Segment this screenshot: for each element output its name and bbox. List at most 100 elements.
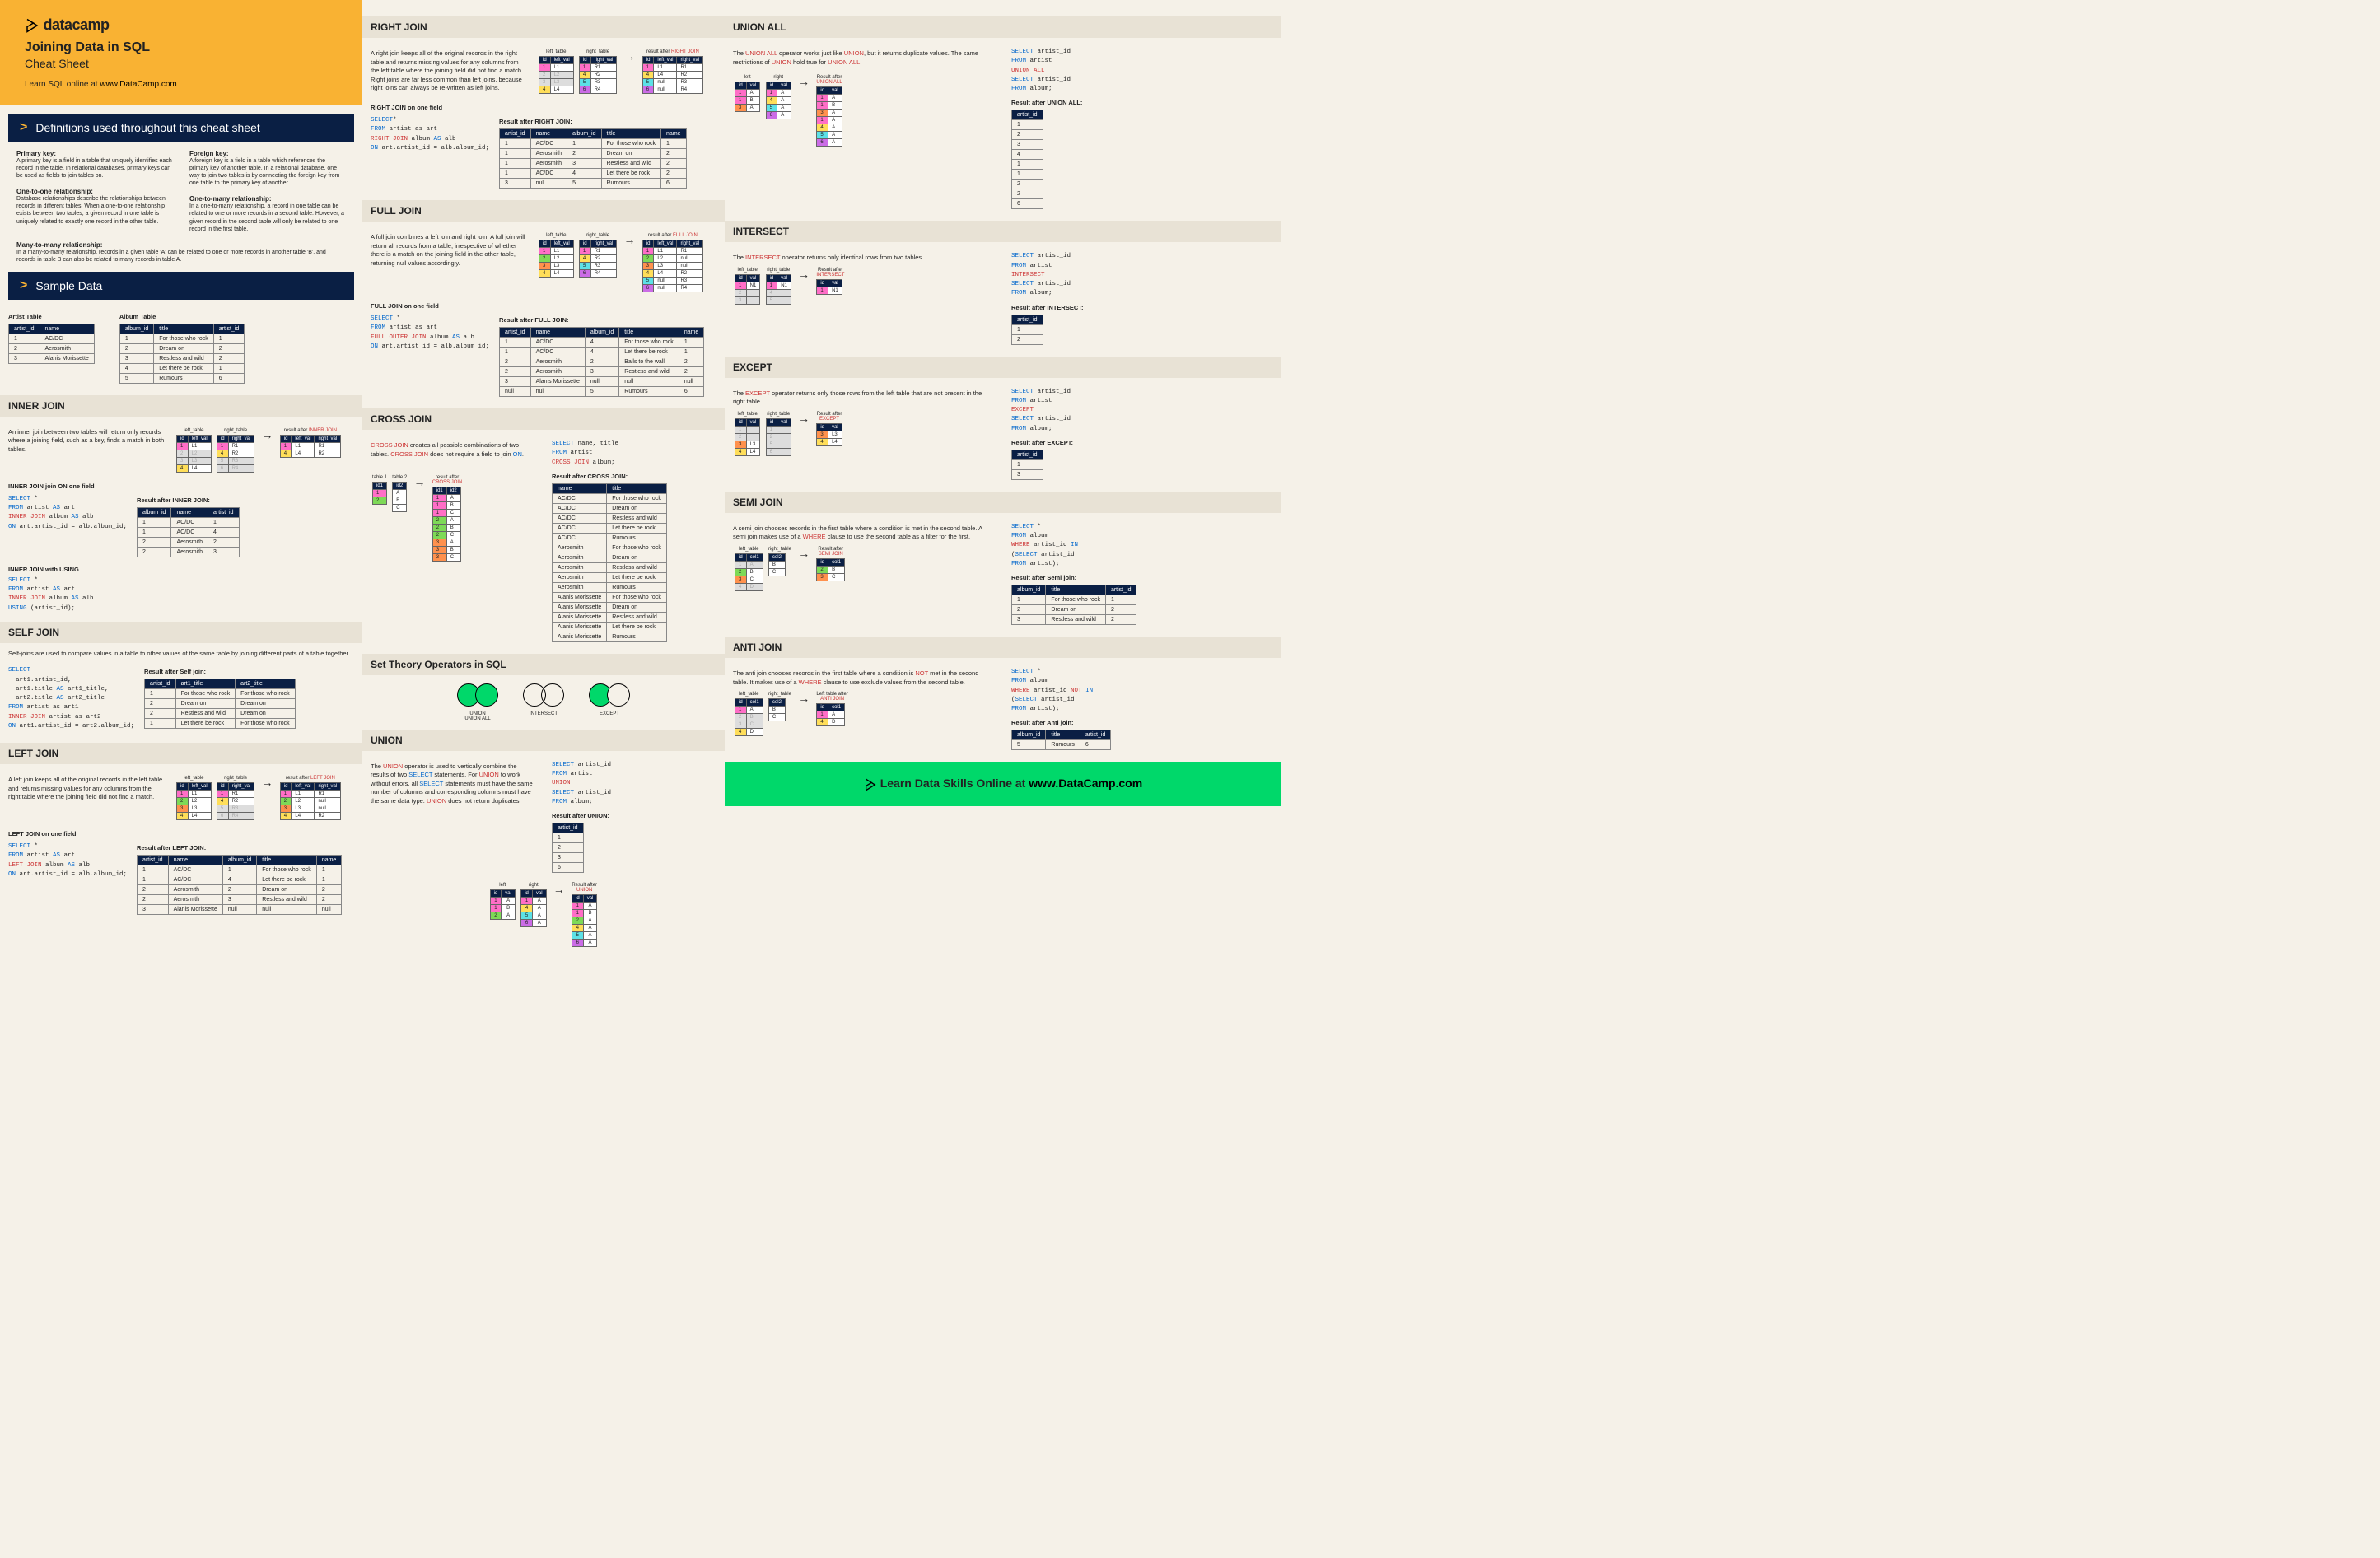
def-many-to-many: Many-to-many relationship: In a many-to-…: [8, 241, 354, 264]
anti-join-header: ANTI JOIN: [725, 637, 1281, 658]
venn-intersect: INTERSECT: [523, 683, 564, 721]
page: datacamp Joining Data in SQL Cheat Sheet…: [0, 0, 1281, 960]
semi-join-diagram: left_table idcol1 1A2B3C4D right_table c…: [733, 547, 995, 591]
except-result: artist_id 13: [1011, 450, 1043, 480]
except-code: SELECT artist_id FROM artist EXCEPT SELE…: [1011, 388, 1273, 434]
except-desc: The EXCEPT operator returns only those r…: [733, 390, 995, 407]
artist-table: artist_idname 1AC/DC 2Aerosmith 3Alanis …: [8, 324, 95, 364]
anti-join-code: SELECT * FROM album WHERE artist_id NOT …: [1011, 668, 1273, 714]
anti-join-desc: The anti join chooses records in the fir…: [733, 669, 995, 687]
intersect-diagram: left_table idval 1N123 right_table idval…: [733, 268, 995, 305]
arrow-icon: →: [414, 475, 426, 488]
venn-diagrams: UNION UNION ALL INTERSECT EXCEPT: [371, 683, 716, 721]
doc-subtitle: Cheat Sheet: [25, 57, 338, 70]
full-join-header: FULL JOIN: [362, 200, 725, 222]
def-primary-key: Primary key: A primary key is a field in…: [16, 150, 173, 180]
inner-join-code2: SELECT * FROM artist AS art INNER JOIN a…: [8, 576, 354, 613]
brand-logo: datacamp: [25, 16, 338, 34]
inner-join-code1: SELECT * FROM artist AS art INNER JOIN a…: [8, 495, 127, 532]
anti-join-result: album_idtitleartist_id 5Rumours6: [1011, 730, 1111, 750]
self-join-desc: Self-joins are used to compare values in…: [8, 650, 354, 659]
union-diagram: left idval 1A1B2A right idval 1A4A5A6A →…: [371, 883, 716, 947]
inner-join-desc: An inner join between two tables will re…: [8, 428, 165, 455]
arrow-icon: →: [798, 268, 810, 281]
arrow-icon: →: [798, 412, 810, 425]
sample-tables: Artist Table artist_idname 1AC/DC 2Aeros…: [8, 308, 354, 387]
intersect-code: SELECT artist_id FROM artist INTERSECT S…: [1011, 252, 1273, 298]
semi-join-header: SEMI JOIN: [725, 492, 1281, 513]
chevron-icon: >: [20, 120, 27, 135]
union-all-header: UNION ALL: [725, 16, 1281, 38]
def-one-to-many: One-to-many relationship: In a one-to-ma…: [189, 195, 346, 232]
arrow-icon: →: [798, 547, 810, 560]
full-join-desc: A full join combines a left join and rig…: [371, 233, 527, 268]
left-join-diagram: left_table idleft_val 1L12L23L34L4 right…: [175, 776, 343, 820]
chevron-icon: >: [20, 278, 27, 293]
right-join-desc: A right join keeps all of the original r…: [371, 49, 527, 93]
full-join-code: SELECT * FROM artist as art FULL OUTER J…: [371, 315, 489, 352]
union-desc: The UNION operator is used to vertically…: [371, 763, 535, 871]
venn-except: EXCEPT: [589, 683, 630, 721]
full-join-diagram: left_table idleft_val 1L12L23L34L4 right…: [537, 233, 705, 292]
header-banner: datacamp Joining Data in SQL Cheat Sheet…: [0, 0, 362, 105]
union-all-code: SELECT artist_id FROM artist UNION ALL S…: [1011, 48, 1273, 94]
doc-title: Joining Data in SQL: [25, 40, 338, 55]
cross-join-diagram: table 1 id112 table 2 id2ABC → result af…: [371, 475, 535, 562]
def-foreign-key: Foreign key: A foreign key is a field in…: [189, 150, 346, 187]
definitions-header: > Definitions used throughout this cheat…: [8, 114, 354, 142]
self-join-header: SELF JOIN: [0, 622, 362, 643]
album-table-title: Album Table: [119, 313, 245, 320]
def-one-to-one: One-to-one relationship: Database relati…: [16, 188, 173, 225]
cross-join-header: CROSS JOIN: [362, 408, 725, 430]
arrow-icon: →: [262, 776, 273, 789]
intersect-result: artist_id 12: [1011, 315, 1043, 345]
semi-join-result: album_idtitleartist_id 1For those who ro…: [1011, 585, 1136, 625]
cross-join-desc: CROSS JOIN creates all possible combinat…: [371, 441, 535, 459]
union-code: SELECT artist_id FROM artist UNION SELEC…: [552, 761, 716, 807]
inner-join-result: album_idnameartist_id 1AC/DC1 1AC/DC4 2A…: [137, 507, 239, 557]
datacamp-logo-icon: [864, 778, 877, 791]
inner-join-diagram: left_table idleft_val 1L12L23L34L4 right…: [175, 428, 343, 473]
set-theory-header: Set Theory Operators in SQL: [362, 654, 725, 675]
arrow-icon: →: [624, 49, 636, 63]
column-1: datacamp Joining Data in SQL Cheat Sheet…: [0, 0, 362, 960]
union-all-desc: The UNION ALL operator works just like U…: [733, 49, 995, 67]
cross-join-result: nametitleAC/DCFor those who rockAC/DCDre…: [552, 483, 667, 642]
union-all-result: artist_id123411226: [1011, 110, 1043, 209]
intersect-header: INTERSECT: [725, 221, 1281, 242]
inner-join-label2: INNER JOIN with USING: [8, 566, 354, 573]
footer-url[interactable]: www.DataCamp.com: [1029, 777, 1142, 790]
definitions-grid: Primary key: A primary key is a field in…: [8, 150, 354, 241]
column-3: UNION ALL The UNION ALL operator works j…: [725, 0, 1281, 960]
brand-text: datacamp: [44, 16, 110, 33]
artist-table-title: Artist Table: [8, 313, 95, 320]
semi-join-code: SELECT * FROM album WHERE artist_id IN (…: [1011, 523, 1273, 569]
self-join-result: artist_idart1_titleart2_title 1For those…: [144, 679, 296, 729]
left-join-code: SELECT * FROM artist AS art LEFT JOIN al…: [8, 842, 127, 879]
self-join-code: SELECT art1.artist_id, art1.title AS art…: [8, 666, 134, 731]
cross-join-code: SELECT name, title FROM artist CROSS JOI…: [552, 440, 716, 468]
arrow-icon: →: [624, 233, 636, 246]
intersect-desc: The INTERSECT operator returns only iden…: [733, 254, 995, 263]
union-all-diagram: left idval 1A1B3A right idval 1A4A5A6A →…: [733, 75, 995, 147]
learn-url[interactable]: www.DataCamp.com: [100, 80, 176, 89]
right-join-diagram: left_table idleft_val 1L12L23L34L4 right…: [537, 49, 705, 94]
sample-data-header: > Sample Data: [8, 272, 354, 300]
left-join-desc: A left join keeps all of the original re…: [8, 776, 165, 802]
right-join-header: RIGHT JOIN: [362, 16, 725, 38]
arrow-icon: →: [262, 428, 273, 441]
right-join-result: artist_idnamealbum_idtitlename 1AC/DC1Fo…: [499, 128, 687, 189]
datacamp-logo-icon: [25, 18, 40, 33]
arrow-icon: →: [553, 883, 565, 896]
inner-join-label1: INNER JOIN join ON one field: [8, 483, 354, 490]
column-2: RIGHT JOIN A right join keeps all of the…: [362, 0, 725, 960]
union-result: artist_id 12 36: [552, 823, 584, 873]
semi-join-desc: A semi join chooses records in the first…: [733, 525, 995, 542]
album-table: album_idtitleartist_id 1For those who ro…: [119, 324, 245, 384]
left-join-result: artist_idnamealbum_idtitlename 1AC/DC1Fo…: [137, 855, 342, 915]
union-header: UNION: [362, 730, 725, 751]
learn-link: Learn SQL online at www.DataCamp.com: [25, 80, 338, 89]
arrow-icon: →: [798, 692, 810, 705]
full-join-result: artist_idnamealbum_idtitlename 1AC/DC4Fo…: [499, 327, 704, 397]
inner-join-header: INNER JOIN: [0, 395, 362, 417]
